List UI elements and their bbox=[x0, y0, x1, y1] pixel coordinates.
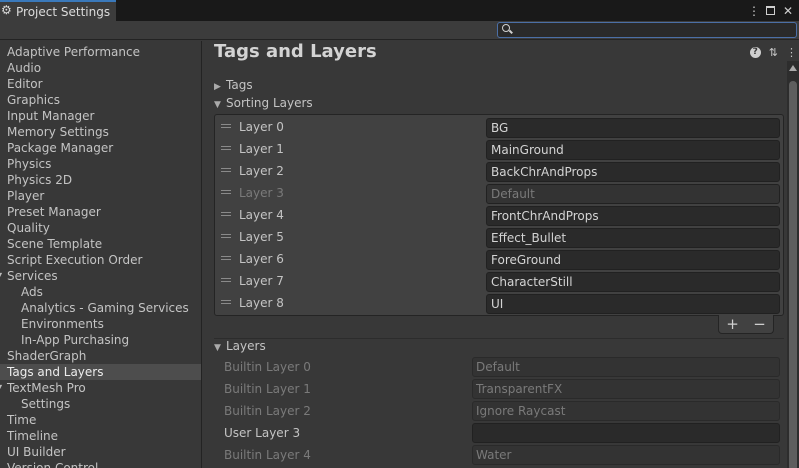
sorting-layer-row[interactable]: Layer 7 CharacterStill bbox=[215, 270, 783, 292]
layer-row: Builtin Layer 0 Default bbox=[214, 356, 784, 378]
gear-icon bbox=[1, 3, 12, 17]
sorting-layer-name-field: Default bbox=[486, 184, 780, 204]
drag-handle-icon[interactable] bbox=[221, 124, 231, 128]
drag-handle-icon[interactable] bbox=[221, 146, 231, 150]
remove-sorting-layer-button[interactable]: − bbox=[753, 316, 766, 332]
sidebar-item-audio[interactable]: Audio bbox=[0, 60, 201, 76]
sorting-layer-name-field[interactable]: ForeGround bbox=[486, 250, 780, 270]
header-icons: ? ⇅ ⋮ bbox=[749, 47, 797, 58]
sidebar-item-textmesh-pro[interactable]: ▼ TextMesh Pro bbox=[0, 380, 201, 396]
tags-foldout[interactable]: ▶ Tags bbox=[214, 77, 253, 93]
sidebar-item-package-manager[interactable]: Package Manager bbox=[0, 140, 201, 156]
close-icon[interactable]: ✕ bbox=[783, 4, 793, 18]
sidebar-item-timeline[interactable]: Timeline bbox=[0, 428, 201, 444]
main-panel: Tags and Layers ? ⇅ ⋮ ▶ Tags ▼ Sorting Lay… bbox=[203, 41, 799, 468]
sorting-layers-foldout[interactable]: ▼ Sorting Layers bbox=[214, 95, 313, 111]
drag-handle-icon[interactable] bbox=[221, 168, 231, 172]
expand-arrow-icon[interactable]: ▼ bbox=[0, 268, 2, 284]
drag-handle-icon[interactable] bbox=[221, 300, 231, 304]
help-icon[interactable]: ? bbox=[749, 47, 761, 58]
vertical-scrollbar[interactable] bbox=[787, 61, 799, 468]
sidebar-item-adaptive-performance[interactable]: Adaptive Performance bbox=[0, 44, 201, 60]
section-divider bbox=[214, 338, 784, 339]
sidebar-item-quality[interactable]: Quality bbox=[0, 220, 201, 236]
sorting-layer-row[interactable]: Layer 3 Default bbox=[215, 182, 783, 204]
window-title: Project Settings bbox=[16, 4, 111, 19]
scroll-up-arrow-icon[interactable] bbox=[789, 65, 797, 71]
chevron-down-icon: ▼ bbox=[214, 343, 221, 353]
window-controls: ⋮ ✕ bbox=[748, 0, 799, 21]
layer-name-field: Water bbox=[472, 445, 780, 465]
sorting-layer-name-field[interactable]: CharacterStill bbox=[486, 272, 780, 292]
sorting-layer-row[interactable]: Layer 5 Effect_Bullet bbox=[215, 226, 783, 248]
drag-handle-icon[interactable] bbox=[221, 190, 231, 194]
sorting-layer-name-field[interactable]: MainGround bbox=[486, 140, 780, 160]
add-sorting-layer-button[interactable]: + bbox=[726, 316, 739, 332]
sorting-layer-row[interactable]: Layer 6 ForeGround bbox=[215, 248, 783, 270]
search-field[interactable] bbox=[497, 22, 797, 38]
layer-row[interactable]: User Layer 3 bbox=[214, 422, 784, 444]
layer-name-field: Default bbox=[472, 357, 780, 377]
sidebar-item-editor[interactable]: Editor bbox=[0, 76, 201, 92]
kebab-menu-icon[interactable]: ⋮ bbox=[748, 4, 760, 18]
layer-name-field: TransparentFX bbox=[472, 379, 780, 399]
sorting-layer-name-field[interactable]: Effect_Bullet bbox=[486, 228, 780, 248]
drag-handle-icon[interactable] bbox=[221, 234, 231, 238]
settings-sidebar: Adaptive Performance Audio Editor Graphi… bbox=[0, 41, 202, 468]
search-input[interactable] bbox=[514, 23, 794, 37]
layer-name-field: Ignore Raycast bbox=[472, 401, 780, 421]
layer-row: Builtin Layer 4 Water bbox=[214, 444, 784, 466]
sidebar-item-scene-template[interactable]: Scene Template bbox=[0, 236, 201, 252]
sorting-layer-row[interactable]: Layer 2 BackChrAndProps bbox=[215, 160, 783, 182]
sidebar-item-ads[interactable]: Ads bbox=[0, 284, 201, 300]
window-titlebar: Project Settings ⋮ ✕ bbox=[0, 0, 799, 21]
kebab-menu-icon[interactable]: ⋮ bbox=[786, 47, 797, 58]
sidebar-item-services[interactable]: ▼ Services bbox=[0, 268, 201, 284]
sidebar-item-input-manager[interactable]: Input Manager bbox=[0, 108, 201, 124]
sidebar-item-ui-builder[interactable]: UI Builder bbox=[0, 444, 201, 460]
preset-sliders-icon[interactable]: ⇅ bbox=[769, 47, 778, 58]
layer-row: Builtin Layer 1 TransparentFX bbox=[214, 378, 784, 400]
list-footer: + − bbox=[718, 315, 774, 334]
sidebar-item-player[interactable]: Player bbox=[0, 188, 201, 204]
scroll-thumb[interactable] bbox=[789, 81, 797, 468]
drag-handle-icon[interactable] bbox=[221, 278, 231, 282]
search-icon bbox=[502, 24, 510, 32]
sidebar-item-textmesh-settings[interactable]: Settings bbox=[0, 396, 201, 412]
sorting-layer-row[interactable]: Layer 0 BG bbox=[215, 116, 783, 138]
search-bar bbox=[0, 21, 799, 40]
sidebar-item-preset-manager[interactable]: Preset Manager bbox=[0, 204, 201, 220]
sorting-layer-name-field[interactable]: BG bbox=[486, 118, 780, 138]
drag-handle-icon[interactable] bbox=[221, 212, 231, 216]
window-tab[interactable]: Project Settings bbox=[0, 0, 116, 21]
sidebar-item-analytics[interactable]: Analytics - Gaming Services bbox=[0, 300, 201, 316]
chevron-down-icon: ▼ bbox=[214, 100, 221, 110]
sidebar-item-script-execution-order[interactable]: Script Execution Order bbox=[0, 252, 201, 268]
sidebar-item-memory-settings[interactable]: Memory Settings bbox=[0, 124, 201, 140]
sorting-layer-row[interactable]: Layer 8 UI bbox=[215, 292, 783, 314]
sidebar-item-environments[interactable]: Environments bbox=[0, 316, 201, 332]
layer-row: Builtin Layer 2 Ignore Raycast bbox=[214, 400, 784, 422]
maximize-icon[interactable] bbox=[766, 6, 775, 15]
page-title: Tags and Layers bbox=[214, 41, 377, 62]
sorting-layer-name-field[interactable]: UI bbox=[486, 294, 780, 314]
sidebar-item-physics-2d[interactable]: Physics 2D bbox=[0, 172, 201, 188]
sidebar-item-time[interactable]: Time bbox=[0, 412, 201, 428]
sidebar-item-in-app-purchasing[interactable]: In-App Purchasing bbox=[0, 332, 201, 348]
sorting-layer-row[interactable]: Layer 1 MainGround bbox=[215, 138, 783, 160]
sorting-layer-name-field[interactable]: BackChrAndProps bbox=[486, 162, 780, 182]
sidebar-item-version-control[interactable]: Version Control bbox=[0, 460, 201, 468]
sorting-layer-name-field[interactable]: FrontChrAndProps bbox=[486, 206, 780, 226]
sidebar-item-graphics[interactable]: Graphics bbox=[0, 92, 201, 108]
sidebar-item-tags-and-layers[interactable]: Tags and Layers bbox=[0, 364, 201, 380]
sorting-layer-row[interactable]: Layer 4 FrontChrAndProps bbox=[215, 204, 783, 226]
layers-foldout[interactable]: ▼ Layers bbox=[214, 338, 266, 354]
chevron-right-icon: ▶ bbox=[214, 82, 221, 92]
sidebar-item-physics[interactable]: Physics bbox=[0, 156, 201, 172]
layer-name-field[interactable] bbox=[472, 423, 780, 443]
sidebar-item-shadergraph[interactable]: ShaderGraph bbox=[0, 348, 201, 364]
drag-handle-icon[interactable] bbox=[221, 256, 231, 260]
expand-arrow-icon[interactable]: ▼ bbox=[0, 380, 2, 396]
sorting-layers-list: Layer 0 BG Layer 1 MainGround Layer 2 Ba… bbox=[214, 114, 784, 316]
